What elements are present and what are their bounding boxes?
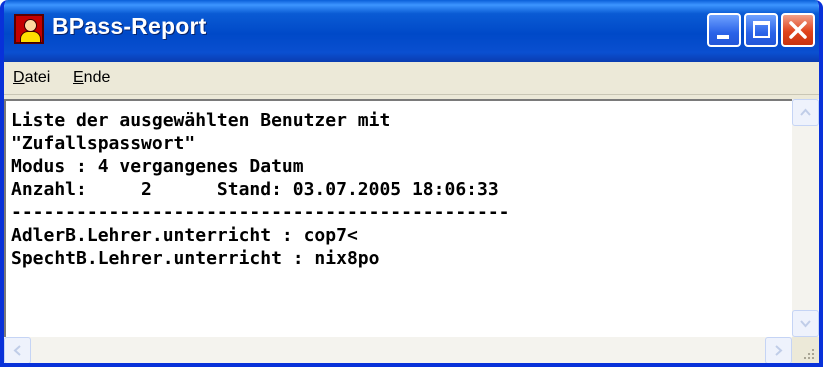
report-user-row: SpechtB.Lehrer.unterricht : nix8po	[11, 248, 380, 269]
title-bar[interactable]: BPass-Report	[4, 0, 819, 62]
scroll-up-button[interactable]	[792, 99, 819, 126]
report-user-row: AdlerB.Lehrer.unterricht : cop7<	[11, 225, 358, 246]
menu-datei-accel: D	[13, 69, 25, 86]
report-line-1: Liste der ausgewählten Benutzer mit	[11, 110, 391, 131]
resize-grip[interactable]	[792, 337, 819, 363]
menu-ende[interactable]: Ende	[73, 69, 110, 87]
chevron-left-icon	[13, 345, 21, 356]
minimize-icon	[717, 35, 729, 39]
horizontal-scrollbar[interactable]	[4, 337, 792, 363]
maximize-icon	[753, 21, 770, 38]
chevron-right-icon	[775, 345, 783, 356]
report-text: Liste der ausgewählten Benutzer mit "Zufa…	[11, 109, 510, 270]
vertical-scrollbar[interactable]	[792, 99, 819, 337]
close-icon	[789, 21, 807, 39]
report-line-mode: Modus : 4 vergangenes Datum	[11, 156, 304, 177]
minimize-button[interactable]	[707, 13, 741, 47]
menu-ende-label: nde	[83, 69, 111, 86]
report-text-area[interactable]: Liste der ausgewählten Benutzer mit "Zufa…	[4, 99, 792, 337]
maximize-button[interactable]	[744, 13, 778, 47]
window-title: BPass-Report	[52, 13, 207, 39]
scroll-right-button[interactable]	[765, 337, 792, 363]
report-separator: ----------------------------------------…	[11, 202, 510, 223]
report-line-2: "Zufallspasswort"	[11, 133, 196, 154]
menu-datei[interactable]: Datei	[13, 69, 50, 87]
chevron-down-icon	[800, 320, 811, 328]
report-window: BPass-Report Datei Ende Liste der ausgew…	[0, 0, 823, 367]
close-button[interactable]	[781, 13, 815, 47]
report-line-count: Anzahl: 2 Stand: 03.07.2005 18:06:33	[11, 179, 499, 200]
chevron-up-icon	[800, 108, 811, 116]
menu-datei-label: atei	[24, 69, 51, 86]
scroll-left-button[interactable]	[4, 337, 31, 363]
user-key-icon	[14, 14, 44, 44]
menu-ende-accel: E	[73, 69, 84, 86]
menu-bar: Datei Ende	[4, 62, 819, 95]
scroll-down-button[interactable]	[792, 310, 819, 337]
resize-grip-icon	[804, 349, 814, 359]
